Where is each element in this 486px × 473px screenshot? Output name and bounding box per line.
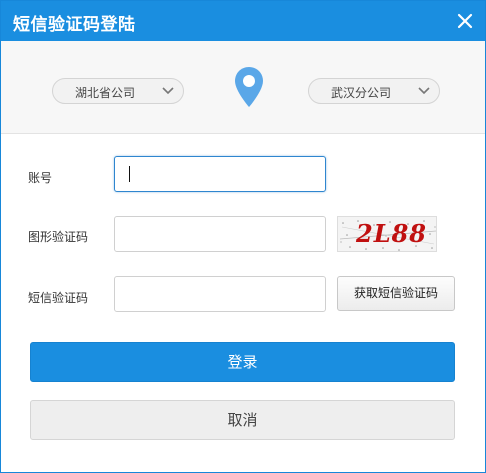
login-button[interactable]: 登录 (30, 342, 455, 382)
captcha-image[interactable]: 2L88 (337, 216, 437, 252)
title-bar: 短信验证码登陆 (1, 1, 485, 41)
text-caret (129, 166, 130, 182)
cancel-button[interactable]: 取消 (30, 400, 455, 440)
region-selector-panel: 湖北省公司 武汉分公司 (1, 41, 485, 134)
graphic-code-input[interactable] (114, 216, 326, 252)
close-icon[interactable] (453, 9, 477, 33)
chevron-down-icon (418, 87, 430, 95)
captcha-text: 2L88 (356, 219, 427, 248)
province-select[interactable]: 湖北省公司 (52, 78, 184, 104)
get-sms-code-button[interactable]: 获取短信验证码 (337, 276, 455, 311)
chevron-down-icon (162, 87, 174, 95)
sms-login-dialog: 短信验证码登陆 湖北省公司 武汉分公司 账号 图形验证码 2L88 短信验证码 … (0, 0, 486, 473)
account-input[interactable] (114, 156, 326, 192)
dialog-title: 短信验证码登陆 (13, 15, 136, 35)
city-select[interactable]: 武汉分公司 (308, 78, 440, 104)
location-pin-icon (235, 67, 263, 107)
graphic-code-label: 图形验证码 (28, 230, 89, 244)
sms-code-input[interactable] (114, 276, 326, 312)
province-select-value: 湖北省公司 (74, 86, 135, 100)
city-select-value: 武汉分公司 (330, 86, 391, 100)
account-label: 账号 (28, 171, 53, 185)
sms-code-label: 短信验证码 (28, 291, 89, 305)
